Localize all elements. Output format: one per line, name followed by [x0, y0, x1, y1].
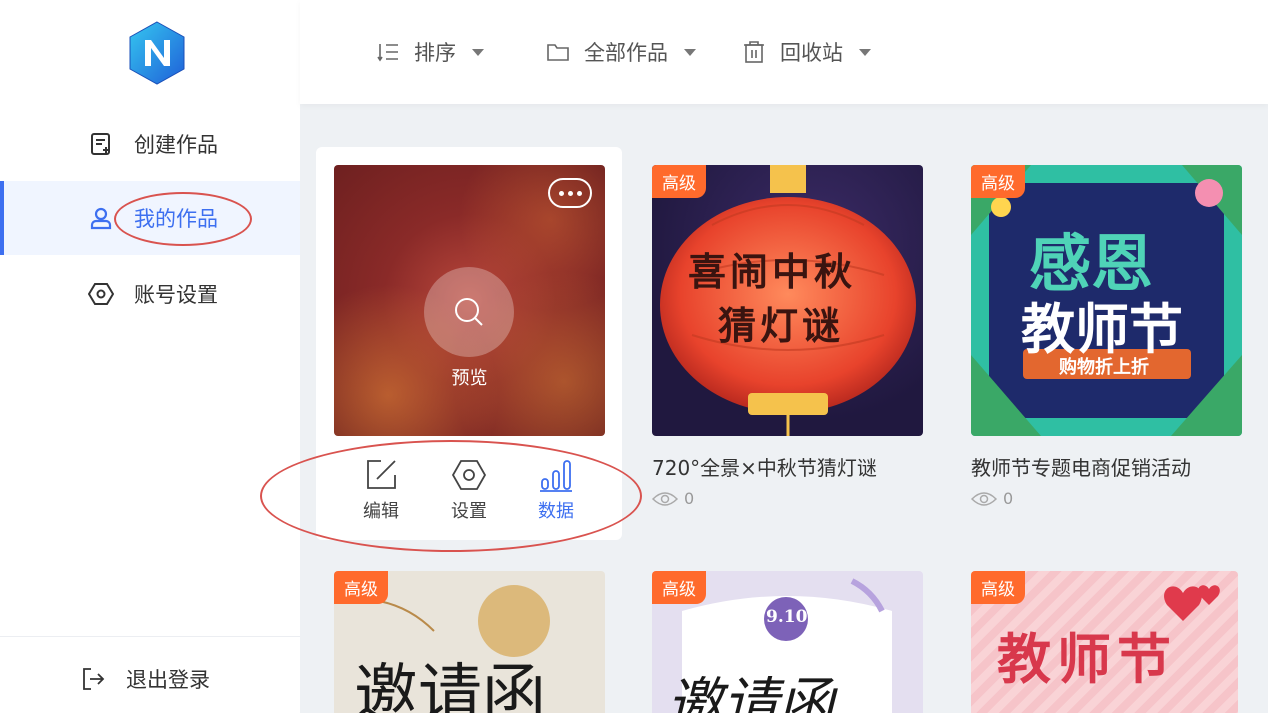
card-thumbnail[interactable]: 高级 9.10 邀请函 [652, 571, 923, 713]
card-title[interactable]: 教师节专题电商促销活动 [971, 452, 1191, 481]
bar-chart-icon [538, 457, 574, 493]
card-thumbnail-featured[interactable]: 预览 [334, 165, 605, 436]
art-title: 邀请函 [666, 672, 834, 713]
trash-icon [742, 40, 766, 64]
top-toolbar: 排序 全部作品 回收站 [300, 0, 1268, 104]
premium-badge: 高级 [334, 571, 388, 604]
edit-label: 编辑 [363, 501, 399, 522]
card-thumbnail[interactable]: 高级 邀请函 [334, 571, 605, 713]
card-thumbnail[interactable]: 高级 感恩 教师节 购物折上折 [971, 165, 1242, 436]
premium-badge: 高级 [652, 571, 706, 604]
hex-settings-icon [88, 281, 114, 307]
eye-icon [652, 491, 678, 507]
data-label: 数据 [538, 501, 574, 522]
folder-icon [546, 40, 570, 64]
sidebar: 创建作品 我的作品 账号设置 退出登录 [0, 0, 300, 713]
sidebar-item-label: 账号设置 [134, 283, 218, 307]
art-date: 9.10 [766, 607, 808, 627]
sidebar-item-my-works[interactable]: 我的作品 [0, 181, 300, 255]
view-count: 0 [971, 489, 1013, 508]
view-count-value: 0 [1003, 489, 1014, 508]
logout-icon [80, 666, 106, 692]
trash-dropdown[interactable]: 回收站 [742, 36, 871, 68]
premium-badge: 高级 [971, 165, 1025, 198]
sort-dropdown[interactable]: 排序 [376, 36, 484, 68]
card-title[interactable]: 720°全景×中秋节猜灯谜 [652, 452, 877, 481]
art-ribbon: 购物折上折 [1059, 357, 1149, 378]
chevron-down-icon [472, 48, 484, 56]
hex-settings-icon [451, 457, 487, 493]
settings-label: 设置 [451, 501, 487, 522]
preview-label: 预览 [451, 368, 488, 389]
card-thumbnail[interactable]: 高级 喜闹中秋 猜灯谜 [652, 165, 923, 436]
logout-button[interactable]: 退出登录 [80, 664, 210, 694]
view-count-value: 0 [684, 489, 695, 508]
art-title: 教师节 [997, 627, 1177, 691]
logout-label: 退出登录 [126, 668, 210, 692]
sidebar-divider [0, 636, 300, 637]
sort-icon [376, 40, 400, 64]
sidebar-item-label: 创建作品 [134, 133, 218, 157]
data-button[interactable]: 数据 [521, 457, 591, 523]
edit-doc-icon [88, 131, 114, 157]
filter-dropdown[interactable]: 全部作品 [546, 36, 696, 68]
chevron-down-icon [859, 48, 871, 56]
art-title: 邀请函 [354, 658, 546, 713]
premium-badge: 高级 [652, 165, 706, 198]
sidebar-item-label: 我的作品 [134, 207, 218, 231]
sidebar-item-create[interactable]: 创建作品 [0, 107, 300, 181]
preview-button[interactable] [424, 267, 514, 357]
filter-label: 全部作品 [584, 41, 668, 65]
user-icon [88, 205, 114, 231]
premium-badge: 高级 [971, 571, 1025, 604]
sidebar-item-account-settings[interactable]: 账号设置 [0, 257, 300, 331]
view-count: 0 [652, 489, 694, 508]
card-thumbnail[interactable]: 高级 教师节 [971, 571, 1238, 713]
app-logo-icon[interactable] [126, 20, 188, 86]
trash-label: 回收站 [780, 41, 843, 65]
more-options-button[interactable] [548, 178, 592, 208]
sort-label: 排序 [414, 41, 456, 65]
art-title: 喜闹中秋 [688, 249, 857, 294]
art-subtitle: 猜灯谜 [718, 303, 845, 348]
search-icon [455, 298, 483, 326]
edit-button[interactable]: 编辑 [346, 457, 416, 523]
eye-icon [971, 491, 997, 507]
chevron-down-icon [684, 48, 696, 56]
settings-button[interactable]: 设置 [434, 457, 504, 523]
edit-icon [363, 457, 399, 493]
